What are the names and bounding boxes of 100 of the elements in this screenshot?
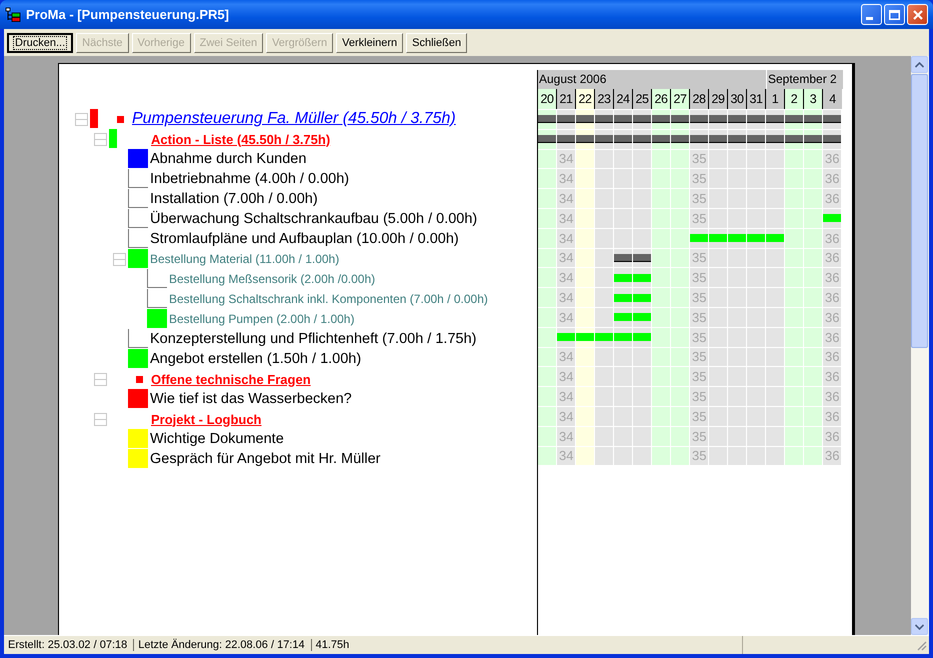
collapse-toggle[interactable] xyxy=(94,372,107,386)
day-header: 26 xyxy=(652,89,671,109)
day-header: 3 xyxy=(804,89,823,109)
gantt-bar-segment[interactable] xyxy=(557,135,575,144)
scroll-up-button[interactable] xyxy=(911,56,928,73)
gantt-bar-segment[interactable] xyxy=(728,135,746,144)
tree-item-label[interactable]: Projekt - Logbuch xyxy=(151,412,262,426)
week-number: 36 xyxy=(824,230,840,246)
tree-item-label[interactable]: Installation (7.00h / 0.00h) xyxy=(150,191,318,207)
day-header: 27 xyxy=(671,89,690,109)
gantt-bar-segment[interactable] xyxy=(671,115,689,124)
day-header: 2 xyxy=(785,89,804,109)
week-number: 36 xyxy=(824,369,840,384)
gantt-bar-segment[interactable] xyxy=(557,115,575,124)
week-number: 35 xyxy=(691,369,706,384)
tree-item-label[interactable]: Wichtige Dokumente xyxy=(150,431,284,447)
gantt-bar-segment[interactable] xyxy=(728,115,746,124)
collapse-toggle[interactable] xyxy=(113,252,126,266)
vertical-scrollbar[interactable] xyxy=(911,56,929,635)
week-number: 34 xyxy=(558,191,574,206)
week-number: 35 xyxy=(691,448,706,464)
tree-item-label[interactable]: Konzepterstellung und Pflichtenheft (7.00h / 1.75h) xyxy=(150,331,476,347)
gantt-bar-segment[interactable] xyxy=(785,115,803,124)
tree-item-label[interactable]: Abnahme durch Kunden xyxy=(150,151,306,167)
week-number: 34 xyxy=(558,270,574,286)
week-number: 34 xyxy=(558,428,574,444)
gantt-bar-segment[interactable] xyxy=(652,115,670,124)
maximize-button[interactable] xyxy=(884,4,905,25)
gantt-bar-segment[interactable] xyxy=(652,135,670,144)
tree-item-label[interactable]: Inbetriebnahme (4.00h / 0.00h) xyxy=(150,171,350,187)
week-number: 35 xyxy=(691,210,706,226)
week-number: 35 xyxy=(691,151,706,166)
gantt-bar-segment[interactable] xyxy=(804,135,822,144)
gantt-bar-segment[interactable] xyxy=(576,115,594,124)
gantt-bar-segment[interactable] xyxy=(690,135,708,144)
week-number: 36 xyxy=(824,171,840,186)
day-header: 22 xyxy=(576,89,595,109)
toolbar-button[interactable]: Verkleinern xyxy=(336,32,404,52)
gantt-bar-segment[interactable] xyxy=(576,135,594,144)
gantt-bar-segment[interactable] xyxy=(747,135,765,144)
week-number: 36 xyxy=(824,250,840,266)
week-number: 36 xyxy=(824,290,840,306)
gantt-bar-segment[interactable] xyxy=(614,254,632,262)
tree-item-label[interactable]: Gespräch für Angebot mit Hr. Müller xyxy=(150,451,380,467)
gantt-bar-segment[interactable] xyxy=(709,115,727,124)
collapse-toggle[interactable] xyxy=(94,412,107,426)
gantt-bar-segment[interactable] xyxy=(766,115,784,124)
gantt-bar-segment[interactable] xyxy=(709,135,727,144)
collapse-toggle[interactable] xyxy=(75,112,88,126)
gantt-bar-segment[interactable] xyxy=(614,115,632,124)
tree-item-label[interactable]: Pumpensteuerung Fa. Müller (45.50h / 3.75h) xyxy=(132,110,456,128)
toolbar-button[interactable]: Drucken... xyxy=(7,32,74,52)
week-number: 35 xyxy=(691,408,706,424)
status-square xyxy=(128,229,148,248)
toolbar-button[interactable]: Schließen xyxy=(406,32,468,52)
tree-item-label[interactable]: Überwachung Schaltschrankaufbau (5.00h / 0.00h) xyxy=(150,211,478,227)
tree-item-label[interactable]: Action - Liste (45.50h / 3.75h) xyxy=(151,132,330,146)
gantt-bar-segment[interactable] xyxy=(538,135,556,144)
week-number: 36 xyxy=(824,349,840,364)
gantt-bar-segment[interactable] xyxy=(804,115,822,124)
minimize-button[interactable] xyxy=(861,4,882,25)
gantt-bar-segment[interactable] xyxy=(823,115,841,124)
week-number: 34 xyxy=(558,389,574,404)
tree-item-label[interactable]: Bestellung Schaltschrank inkl. Komponenten (7.00h / 0.00h) xyxy=(169,292,488,306)
tree-item-label[interactable]: Bestellung Meßsensorik (2.00h /0.00h) xyxy=(169,272,376,286)
day-header: 1 xyxy=(766,89,785,109)
close-button[interactable] xyxy=(907,4,928,25)
tree-item-label[interactable]: Stromlaufpläne und Aufbauplan (10.00h / 0.00h) xyxy=(150,231,459,247)
tree-item-label[interactable]: Bestellung Pumpen (2.00h / 1.00h) xyxy=(169,312,354,326)
gantt-bar-segment[interactable] xyxy=(766,135,784,144)
gantt-bar-segment[interactable] xyxy=(747,115,765,124)
tree-item-label[interactable]: Bestellung Material (11.00h / 1.00h) xyxy=(150,252,340,266)
status-square xyxy=(128,189,148,208)
gantt-bar-segment[interactable] xyxy=(595,115,613,124)
gantt-bar-segment[interactable] xyxy=(595,135,613,144)
day-header: 23 xyxy=(595,89,614,109)
gantt-bar-segment[interactable] xyxy=(690,115,708,124)
week-number: 35 xyxy=(691,310,706,325)
gantt-bar-segment[interactable] xyxy=(633,115,651,124)
week-number: 34 xyxy=(558,310,574,325)
tree-item-label[interactable]: Offene technische Fragen xyxy=(151,372,311,386)
tree-item-label[interactable]: Wie tief ist das Wasserbecken? xyxy=(150,391,352,407)
gantt-bar-segment[interactable] xyxy=(614,135,632,144)
day-header: 28 xyxy=(690,89,709,109)
collapse-toggle[interactable] xyxy=(94,132,107,146)
gantt-bar-segment[interactable] xyxy=(671,135,689,144)
gantt-bar-segment[interactable] xyxy=(633,135,651,144)
gantt-bar-segment[interactable] xyxy=(823,135,841,144)
resize-grip-icon[interactable] xyxy=(915,639,927,651)
week-number: 35 xyxy=(691,428,706,444)
status-text: Erstellt: 25.03.02 / 07:18 xyxy=(4,639,134,651)
scroll-down-button[interactable] xyxy=(911,618,928,635)
tree-item-label[interactable]: Angebot erstellen (1.50h / 1.00h) xyxy=(150,351,362,367)
scrollbar-thumb[interactable] xyxy=(911,74,928,348)
gantt-bar-segment[interactable] xyxy=(785,135,803,144)
gantt-bar-segment[interactable] xyxy=(538,115,556,124)
week-number: 34 xyxy=(558,210,574,226)
gantt-bar-segment[interactable] xyxy=(633,254,651,262)
day-header: 21 xyxy=(557,89,576,109)
week-number: 35 xyxy=(691,349,706,364)
